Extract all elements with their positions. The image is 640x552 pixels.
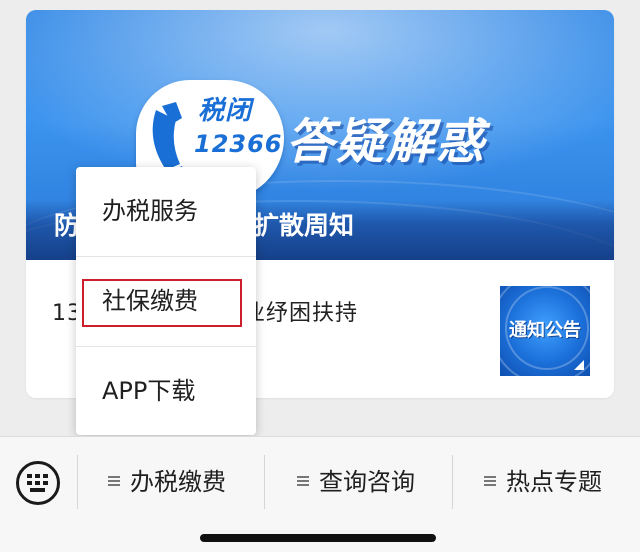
- popup-item-app-download[interactable]: APP下载: [76, 347, 256, 435]
- banner-title: 答疑解惑: [286, 114, 487, 170]
- menu-item-query-consult[interactable]: 查询咨询: [297, 453, 415, 511]
- logo-number: 12366: [194, 130, 283, 158]
- menu-item-tax-payment[interactable]: 办税缴费: [108, 453, 226, 511]
- bottom-menu-bar: 办税缴费 查询咨询 热点专题: [0, 436, 640, 552]
- home-indicator[interactable]: [200, 534, 436, 542]
- menu-lines-icon: [108, 475, 120, 487]
- menu-divider: [452, 455, 453, 509]
- menu-item-label: 办税缴费: [130, 468, 226, 496]
- menu-divider: [264, 455, 265, 509]
- logo-text: 税闭: [198, 96, 253, 126]
- popup-item-tax-service[interactable]: 办税服务: [76, 167, 256, 255]
- notice-thumbnail: 通知公告: [500, 286, 590, 376]
- menu-item-label: 查询咨询: [319, 468, 415, 496]
- menu-lines-icon: [297, 475, 309, 487]
- menu-lines-icon: [484, 475, 496, 487]
- keyboard-icon: [27, 474, 48, 492]
- popup-item-social-insurance[interactable]: 社保缴费: [76, 257, 256, 345]
- menu-divider: [77, 455, 78, 509]
- menu-item-hot-topics[interactable]: 热点专题: [484, 453, 602, 511]
- thumb-corner: [574, 360, 584, 370]
- thumb-label: 通知公告: [509, 320, 581, 341]
- popup-menu: 办税服务 社保缴费 APP下载: [76, 167, 256, 435]
- keyboard-toggle-button[interactable]: [16, 461, 60, 505]
- menu-item-label: 热点专题: [506, 468, 602, 496]
